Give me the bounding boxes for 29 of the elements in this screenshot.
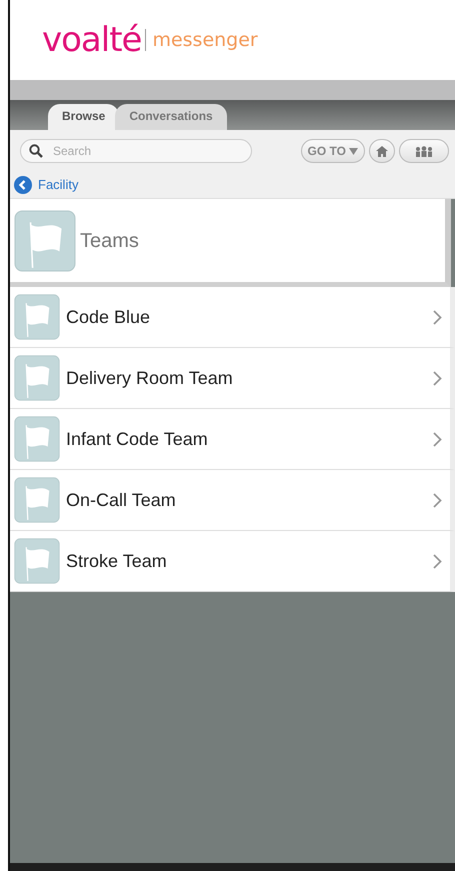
chevron-icon: [433, 492, 442, 508]
chevron-icon: [433, 554, 442, 568]
search-field[interactable]: Search: [20, 139, 252, 163]
team-item[interactable]: Stroke Team: [10, 531, 455, 592]
team-item[interactable]: On-Call Team: [10, 470, 455, 531]
chevron-icon: [433, 310, 442, 324]
flag-icon: [14, 416, 60, 462]
team-item[interactable]: Infant Code Team: [10, 409, 455, 470]
chevron-icon: [433, 432, 442, 446]
team-item[interactable]: Code Blue: [10, 287, 455, 348]
brand-logo: voalté: [42, 23, 142, 57]
people-button[interactable]: [399, 139, 449, 163]
home-button[interactable]: [369, 139, 395, 163]
flag-icon: [14, 210, 76, 272]
flag-icon: [14, 294, 60, 340]
home-icon: [376, 146, 388, 156]
search-icon: [29, 144, 43, 158]
tab[interactable]: Browse: [48, 104, 120, 130]
flag-icon: [14, 538, 60, 584]
breadcrumb-link[interactable]: Facility: [38, 175, 78, 195]
caret-icon: [349, 148, 358, 154]
section-title: Teams: [80, 228, 139, 254]
team-item[interactable]: Delivery Room Team: [10, 348, 455, 409]
back-icon[interactable]: [14, 176, 32, 194]
flag-icon: [14, 477, 60, 523]
chevron-icon: [433, 370, 442, 386]
product-name: messenger: [152, 28, 258, 53]
flag-icon: [14, 355, 60, 401]
people-icon: [414, 146, 434, 156]
